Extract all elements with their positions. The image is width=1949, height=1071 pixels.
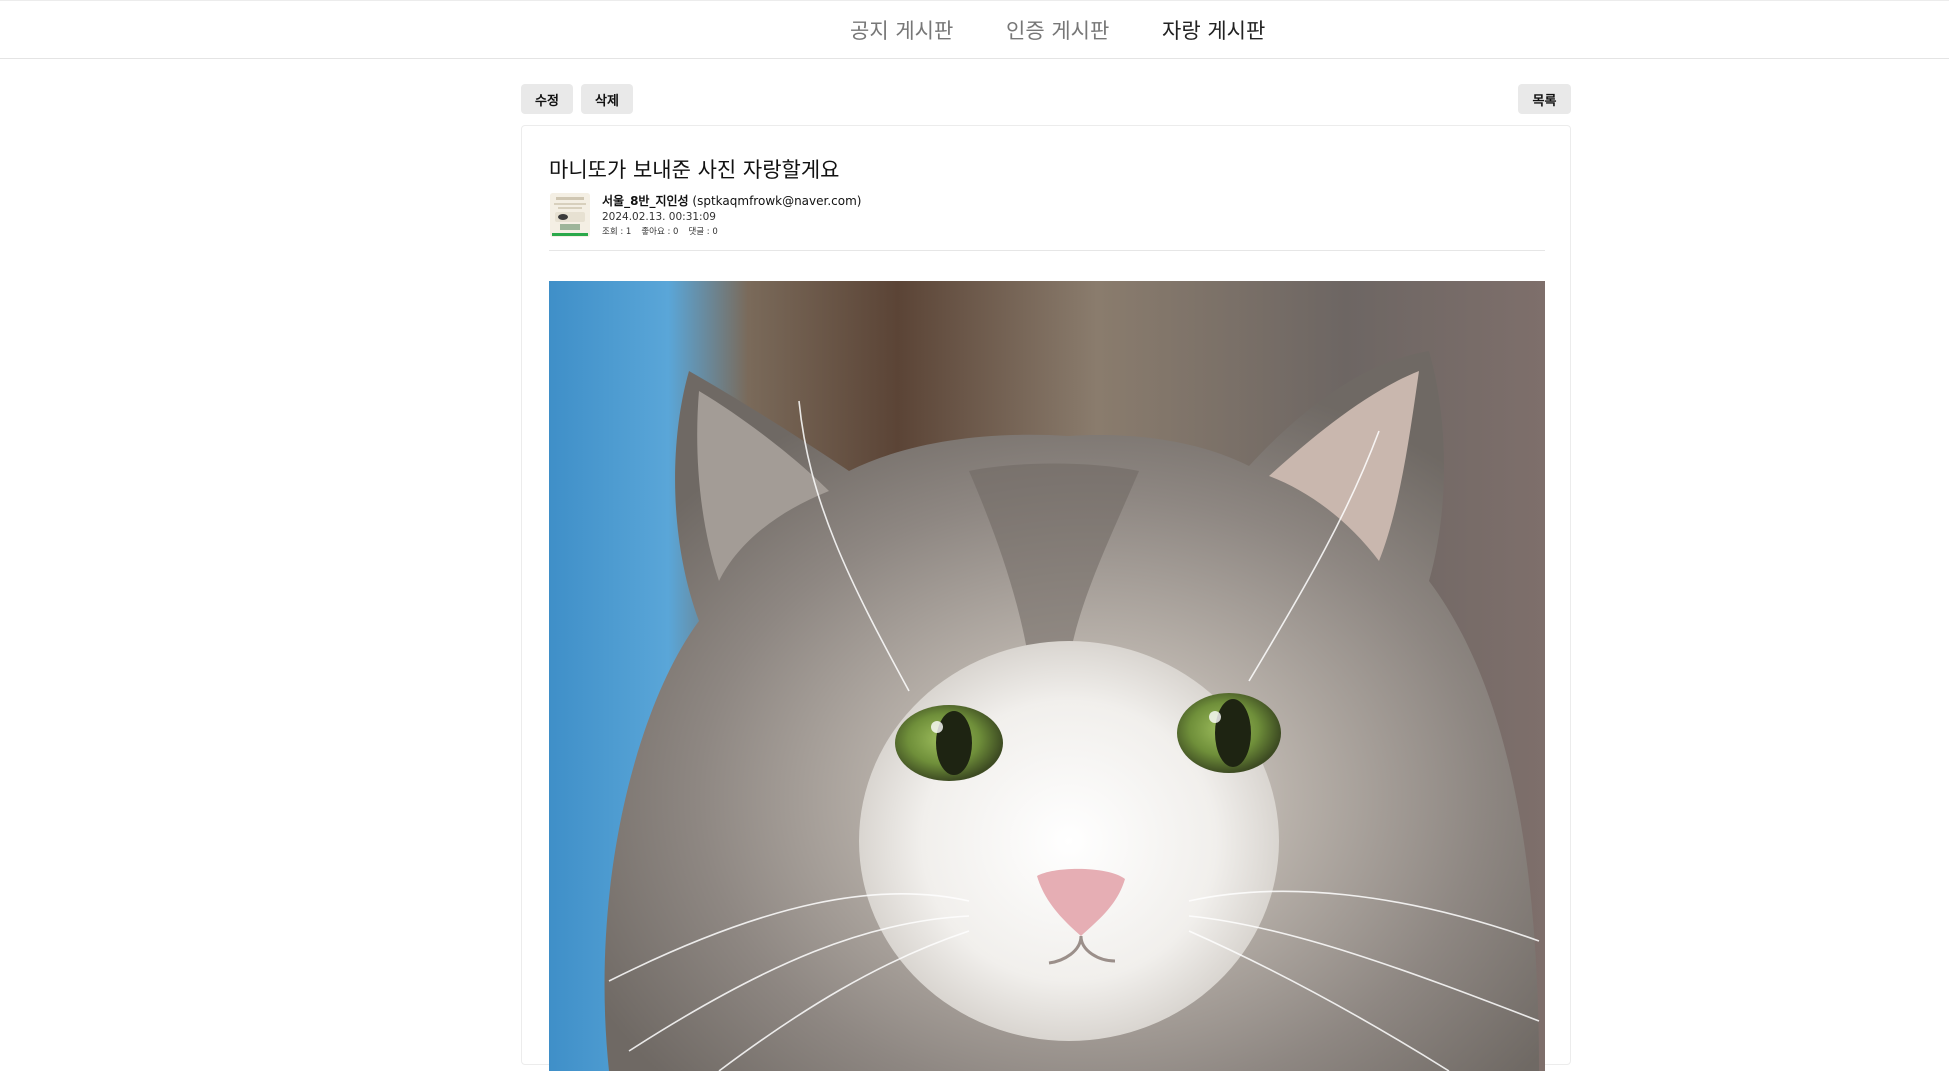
post-card: 마니또가 보내준 사진 자랑할게요 서울_8반_지인성 (sptkaqmfrow… — [521, 125, 1571, 1071]
top-navigation: 공지 게시판 인증 게시판 자랑 게시판 — [0, 0, 1949, 59]
post-image-cat-photo — [549, 281, 1545, 1071]
author-name: 서울_8반_지인성 — [602, 194, 689, 208]
author-email: (sptkaqmfrowk@naver.com) — [692, 194, 862, 208]
divider — [549, 250, 1545, 251]
comment-count: 댓글 : 0 — [688, 227, 718, 237]
author-info: 서울_8반_지인성 (sptkaqmfrowk@naver.com) — [602, 193, 861, 209]
post-title: 마니또가 보내준 사진 자랑할게요 — [549, 158, 840, 182]
view-count: 조회 : 1 — [602, 227, 632, 237]
nav-showoff-board[interactable]: 자랑 게시판 — [1162, 17, 1265, 45]
post-stats: 조회 : 1 좋아요 : 0 댓글 : 0 — [602, 226, 718, 238]
avatar — [550, 193, 590, 237]
delete-button[interactable]: 삭제 — [581, 84, 633, 114]
nav-notice-board[interactable]: 공지 게시판 — [850, 17, 953, 45]
edit-button[interactable]: 수정 — [521, 84, 573, 114]
like-count: 좋아요 : 0 — [641, 227, 679, 237]
nav-verification-board[interactable]: 인증 게시판 — [1006, 17, 1109, 45]
list-button[interactable]: 목록 — [1518, 84, 1571, 114]
post-date: 2024.02.13. 00:31:09 — [602, 211, 716, 223]
